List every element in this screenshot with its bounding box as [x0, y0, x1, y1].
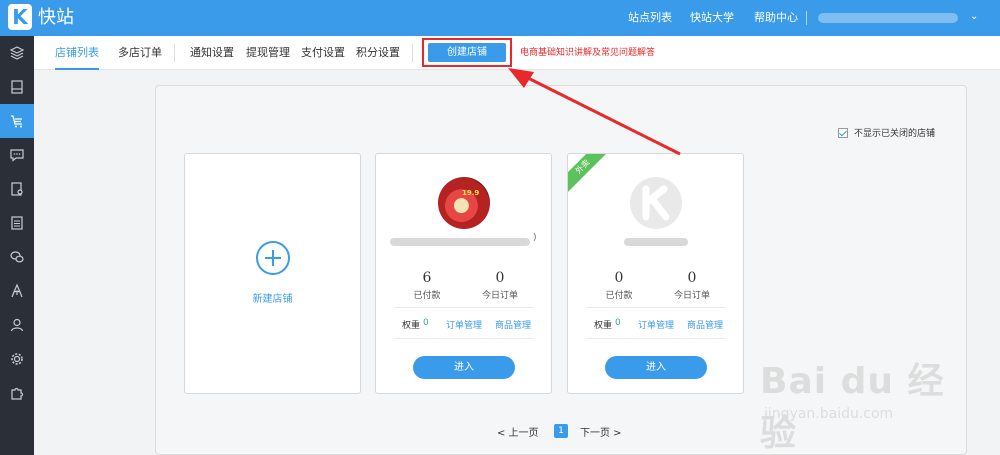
user-icon[interactable] — [0, 308, 34, 342]
gear-icon[interactable] — [0, 342, 34, 376]
product-management-link[interactable]: 商品管理 — [495, 318, 531, 331]
tab-withdrawal-management[interactable]: 提现管理 — [246, 36, 290, 70]
tab-notification-settings[interactable]: 通知设置 — [190, 36, 234, 70]
today-orders-count: 0 — [687, 270, 697, 286]
sidebar — [0, 36, 34, 455]
product-management-link[interactable]: 商品管理 — [687, 318, 723, 331]
rocket-icon[interactable] — [0, 274, 34, 308]
divider — [394, 307, 534, 308]
new-shop-label[interactable]: 新建店铺 — [185, 290, 360, 305]
divider — [586, 338, 726, 339]
nav-help-center[interactable]: 帮助中心 — [754, 0, 798, 36]
kuaizhan-logo-icon — [642, 185, 670, 221]
tab-multi-shop-orders[interactable]: 多店订单 — [118, 36, 162, 70]
create-button-highlight: 创建店铺 — [422, 38, 512, 67]
shop-avatar — [630, 177, 682, 229]
plus-icon[interactable] — [256, 241, 290, 275]
order-management-link[interactable]: 订单管理 — [446, 318, 482, 331]
puzzle-icon[interactable] — [0, 376, 34, 410]
enter-shop-button[interactable]: 进入 — [605, 356, 707, 379]
tab-payment-settings[interactable]: 支付设置 — [301, 36, 345, 70]
today-orders-label: 今日订单 — [481, 291, 518, 301]
weight-label: 权重 — [594, 321, 613, 331]
divider — [586, 307, 726, 308]
list-icon[interactable] — [0, 206, 34, 240]
shop-avatar: 19.9 — [438, 177, 490, 229]
page-icon[interactable] — [0, 70, 34, 104]
tab-separator — [412, 44, 413, 62]
ecommerce-help-link[interactable]: 电商基础知识讲解及常见问题解答 — [520, 36, 655, 70]
paid-count: 0 — [614, 270, 624, 286]
current-page[interactable]: 1 — [554, 424, 568, 438]
chevron-down-icon[interactable]: ⌄ — [970, 11, 978, 22]
hide-closed-label: 不显示已关闭的店铺 — [854, 129, 936, 139]
cart-icon[interactable] — [0, 104, 34, 138]
nav-separator — [806, 11, 807, 25]
weight-value: 0 — [423, 318, 429, 328]
paid-label: 已付款 — [413, 291, 441, 301]
weight-value: 0 — [615, 318, 621, 328]
tab-points-settings[interactable]: 积分设置 — [356, 36, 400, 70]
prev-page-link[interactable]: < 上一页 — [497, 424, 539, 439]
message-icon[interactable] — [0, 138, 34, 172]
order-management-link[interactable]: 订单管理 — [638, 318, 674, 331]
avatar-price-text: 19.9 — [462, 189, 480, 197]
shop-card: 外卖 0 已付款 0 今日订单 权重 0 订单管理 商品管理 进入 — [567, 153, 744, 394]
takeout-ribbon: 外卖 — [568, 154, 613, 197]
enter-shop-button[interactable]: 进入 — [413, 356, 515, 379]
brand-logo[interactable]: K — [8, 4, 32, 30]
watermark-main: Bai du 经验 — [760, 361, 945, 454]
shop-card: 19.9 ) 6 已付款 0 今日订单 权重 0 订单管理 商品管理 进入 — [375, 153, 552, 394]
paid-count: 6 — [422, 270, 432, 286]
paid-label: 已付款 — [605, 291, 633, 301]
shop-name-suffix: ) — [533, 233, 537, 243]
baidu-jingyan-watermark: Bai du 经验 jingyan.baidu.com — [760, 342, 980, 454]
tab-shop-list[interactable]: 店铺列表 — [55, 36, 99, 70]
nav-site-list[interactable]: 站点列表 — [628, 0, 672, 36]
layers-icon[interactable] — [0, 36, 34, 70]
tab-bar: 店铺列表 多店订单 通知设置 提现管理 支付设置 积分设置 创建店铺 电商基础知… — [34, 36, 1000, 70]
user-account-blurred[interactable] — [818, 13, 958, 23]
next-page-link[interactable]: 下一页 > — [580, 424, 622, 439]
tab-separator — [174, 44, 175, 62]
hide-closed-shops-option[interactable]: 不显示已关闭的店铺 — [838, 126, 935, 139]
document-search-icon[interactable] — [0, 172, 34, 206]
create-shop-button[interactable]: 创建店铺 — [428, 43, 506, 62]
nav-kuaizhan-university[interactable]: 快站大学 — [690, 0, 734, 36]
weight-label: 权重 — [402, 321, 421, 331]
divider — [394, 338, 534, 339]
today-orders-label: 今日订单 — [673, 291, 710, 301]
wechat-icon[interactable] — [0, 240, 34, 274]
shop-name-blurred — [390, 238, 530, 246]
hide-closed-checkbox[interactable] — [838, 127, 848, 138]
today-orders-count: 0 — [495, 270, 505, 286]
watermark-url: jingyan.baidu.com — [764, 406, 894, 422]
brand-name[interactable]: 快站 — [38, 5, 74, 31]
shop-name-blurred — [624, 238, 688, 246]
top-bar: K 快站 站点列表 快站大学 帮助中心 ⌄ — [0, 0, 1000, 36]
new-shop-card[interactable]: 新建店铺 — [184, 153, 361, 394]
